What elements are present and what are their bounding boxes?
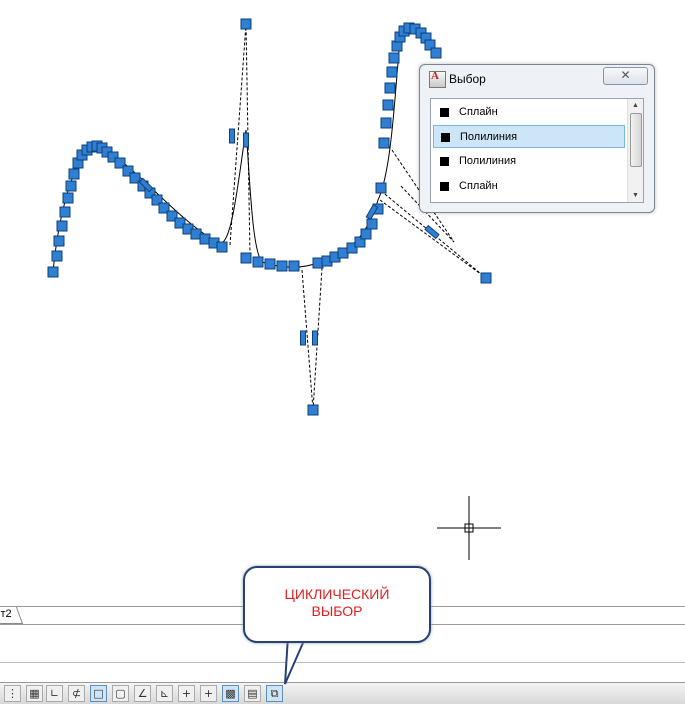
- grip-point[interactable]: [378, 137, 390, 149]
- tangent-handle[interactable]: [229, 128, 235, 144]
- object-snap-icon[interactable]: □: [90, 685, 107, 702]
- app-icon: A: [429, 70, 446, 88]
- grip-point[interactable]: [51, 250, 63, 262]
- crosshair-cursor: [437, 496, 501, 560]
- grip-point[interactable]: [252, 256, 264, 268]
- dialog-titlebar[interactable]: A Выбор ✕: [420, 65, 654, 93]
- list-item-0[interactable]: Сплайн: [433, 101, 625, 124]
- close-icon: ✕: [620, 68, 631, 82]
- grip-point[interactable]: [430, 47, 442, 59]
- dialog-title: Выбор: [449, 72, 486, 86]
- tangent-handle[interactable]: [424, 224, 440, 240]
- grip-point[interactable]: [386, 66, 398, 78]
- list-item-label: Сплайн: [459, 180, 498, 192]
- close-button[interactable]: ✕: [603, 67, 648, 85]
- quick-properties-icon[interactable]: ▤: [244, 685, 261, 702]
- color-swatch: [440, 182, 449, 191]
- callout-text: ЦИКЛИЧЕСКИЙ ВЫБОР: [284, 586, 390, 619]
- tangent-handle[interactable]: [312, 330, 318, 346]
- grip-point[interactable]: [68, 168, 80, 180]
- callout-box: ЦИКЛИЧЕСКИЙ ВЫБОР: [243, 566, 431, 643]
- list-scrollbar[interactable]: ▲ ▼: [627, 99, 643, 202]
- grip-point[interactable]: [65, 180, 77, 192]
- grip-point[interactable]: [56, 220, 68, 232]
- tangent-handle[interactable]: [243, 132, 249, 148]
- layout-tab[interactable]: т2: [0, 607, 24, 624]
- list-item-2[interactable]: Полилиния: [433, 150, 625, 173]
- color-swatch: [440, 157, 449, 166]
- list-item-label: Полилиния: [460, 131, 518, 143]
- object-tracking-icon[interactable]: ∠: [134, 685, 151, 702]
- command-line-divider: [0, 662, 685, 663]
- scroll-down-icon[interactable]: ▼: [628, 189, 643, 202]
- list-item-3[interactable]: Сплайн: [433, 175, 625, 198]
- lineweight-icon[interactable]: +: [200, 685, 217, 702]
- grip-point[interactable]: [382, 99, 394, 111]
- ortho-icon[interactable]: ∟: [46, 685, 63, 702]
- list-item-label: Сплайн: [459, 106, 498, 118]
- color-swatch: [440, 108, 449, 117]
- selection-dialog[interactable]: A Выбор ✕ Сплайн Полилиния Полилиния Спл…: [419, 64, 655, 213]
- grip-point[interactable]: [240, 18, 252, 30]
- selection-list[interactable]: Сплайн Полилиния Полилиния Сплайн ▲ ▼: [430, 98, 644, 203]
- scroll-up-icon[interactable]: ▲: [628, 99, 643, 112]
- grid-icon[interactable]: ▦: [26, 685, 43, 702]
- grip-point[interactable]: [388, 52, 400, 64]
- selection-cycling-icon[interactable]: ⧉: [266, 685, 283, 702]
- grip-point[interactable]: [216, 241, 228, 253]
- grip-point[interactable]: [276, 260, 288, 272]
- grip-point[interactable]: [47, 266, 59, 278]
- grip-point[interactable]: [360, 228, 372, 240]
- grip-point[interactable]: [264, 258, 276, 270]
- grip-point[interactable]: [240, 252, 252, 264]
- grip-point[interactable]: [366, 218, 378, 230]
- dynamic-input-icon[interactable]: +: [178, 685, 195, 702]
- grip-point[interactable]: [384, 82, 396, 94]
- dynamic-ucs-icon[interactable]: ⊾: [156, 685, 173, 702]
- grip-point[interactable]: [380, 117, 392, 129]
- polar-tracking-icon[interactable]: ⊄: [68, 685, 85, 702]
- tangent-handle[interactable]: [300, 330, 306, 346]
- grip-point[interactable]: [307, 404, 319, 416]
- list-item-label: Полилиния: [459, 155, 517, 167]
- scroll-thumb[interactable]: [630, 113, 642, 167]
- grip-point[interactable]: [288, 260, 300, 272]
- color-swatch: [441, 133, 450, 142]
- list-item-1[interactable]: Полилиния: [433, 125, 625, 148]
- status-bar: ⋮ ▦ ∟ ⊄ □ ▢ ∠ ⊾ + + ▩ ▤ ⧉: [0, 682, 685, 704]
- grip-point[interactable]: [59, 206, 71, 218]
- 3d-snap-icon[interactable]: ▢: [112, 685, 129, 702]
- grip-point[interactable]: [480, 272, 492, 284]
- grip-point[interactable]: [53, 235, 65, 247]
- transparency-icon[interactable]: ▩: [222, 685, 239, 702]
- model-icon[interactable]: ⋮: [4, 685, 21, 702]
- grip-point[interactable]: [62, 192, 74, 204]
- grip-point[interactable]: [375, 182, 387, 194]
